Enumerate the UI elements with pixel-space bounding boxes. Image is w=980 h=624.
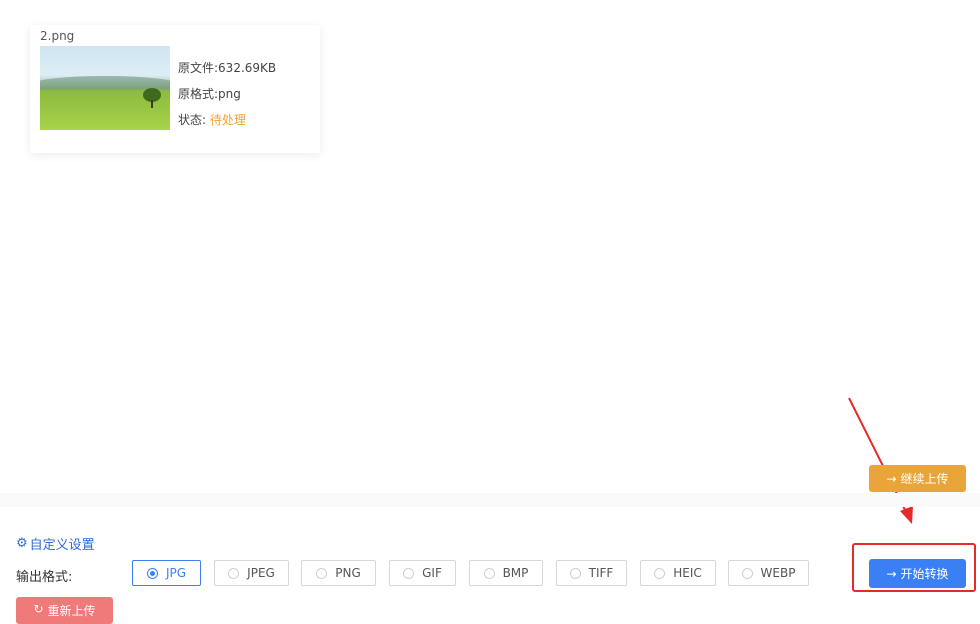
refresh-icon: ↻	[33, 602, 44, 616]
format-option-label: JPG	[165, 566, 187, 580]
format-option-heic[interactable]: HEIC	[640, 560, 716, 586]
annotation-highlight-box	[852, 543, 976, 592]
radio-icon	[146, 567, 158, 579]
reupload-label: 重新上传	[47, 604, 96, 618]
format-option-label: BMP	[502, 566, 529, 580]
format-option-tiff[interactable]: TIFF	[556, 560, 627, 586]
arrow-right-icon: →	[886, 471, 897, 486]
original-format: 原格式:png	[178, 87, 241, 101]
status-value: 待处理	[209, 113, 246, 127]
format-option-label: PNG	[335, 566, 361, 580]
format-option-bmp[interactable]: BMP	[469, 560, 543, 586]
format-option-label: TIFF	[588, 566, 614, 580]
radio-icon	[483, 567, 495, 579]
footer-divider	[0, 493, 980, 507]
radio-icon	[228, 567, 240, 579]
format-option-gif[interactable]: GIF	[389, 560, 456, 586]
format-option-label: WEBP	[760, 566, 796, 580]
file-card: 2.png 原文件:632.69KB 原格式:png 状态: 待处理	[30, 25, 320, 153]
radio-icon	[654, 567, 666, 579]
custom-settings-link[interactable]: ⚙ 自定义设置	[16, 534, 95, 553]
format-option-png[interactable]: PNG	[301, 560, 376, 586]
radio-icon	[569, 567, 581, 579]
radio-icon	[741, 567, 753, 579]
format-option-label: HEIC	[673, 566, 702, 580]
gear-icon: ⚙	[16, 536, 28, 551]
radio-icon	[316, 567, 328, 579]
reupload-button[interactable]: ↻ 重新上传	[16, 597, 113, 624]
file-status: 状态: 待处理	[178, 111, 246, 128]
format-option-jpg[interactable]: JPG	[132, 560, 201, 586]
custom-settings-label: 自定义设置	[29, 538, 95, 553]
file-name: 2.png	[40, 29, 75, 43]
status-label: 状态:	[178, 113, 207, 127]
file-thumbnail	[40, 46, 170, 130]
continue-upload-label: 继续上传	[900, 472, 949, 486]
format-option-label: GIF	[422, 566, 442, 580]
original-size: 原文件:632.69KB	[178, 61, 277, 75]
continue-upload-button[interactable]: → 继续上传	[869, 465, 966, 492]
output-format-label: 输出格式:	[16, 570, 73, 585]
format-option-webp[interactable]: WEBP	[728, 560, 809, 586]
format-option-jpeg[interactable]: JPEG	[214, 560, 289, 586]
radio-icon	[403, 567, 415, 579]
format-option-label: JPEG	[247, 566, 275, 580]
